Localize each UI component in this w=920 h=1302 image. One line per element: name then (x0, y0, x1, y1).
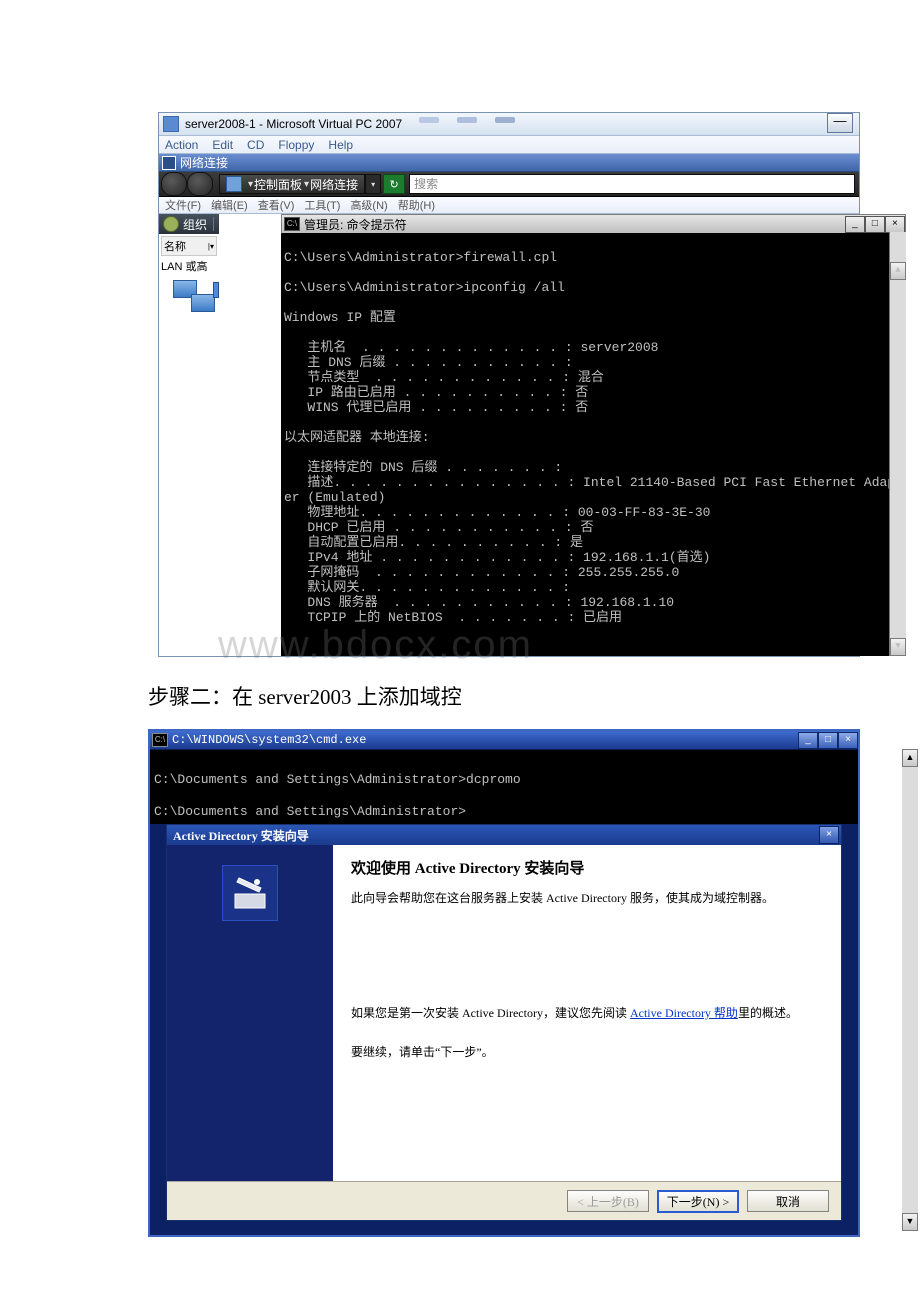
nav-forward-button[interactable] (187, 172, 213, 196)
explorer-navbar: ▾ 控制面板 ▾ 网络连接 ▾ ↻ 搜索 (159, 172, 859, 197)
nav-back-button[interactable] (161, 172, 187, 196)
explorer-title-text: 网络连接 (180, 154, 228, 171)
lan-category: LAN 或高 (161, 256, 217, 276)
help-menu[interactable]: 帮助(H) (398, 197, 435, 213)
crumb-dropdown[interactable]: ▾ (365, 174, 381, 194)
scroll-up-button[interactable]: ▲ (902, 749, 918, 767)
cmd2-output[interactable]: C:\Documents and Settings\Administrator>… (150, 750, 858, 824)
cmd-icon: C:\ (284, 217, 300, 231)
menu-help[interactable]: Help (328, 138, 353, 152)
cmd-title: 管理员: 命令提示符 (304, 216, 407, 233)
scroll-down-button[interactable]: ▼ (902, 1213, 918, 1231)
cmd2-close-button[interactable]: × (838, 732, 858, 749)
file-menu[interactable]: 文件(F) (165, 197, 201, 213)
view-menu[interactable]: 查看(V) (258, 197, 295, 213)
wizard-next-button[interactable]: 下一步(N) > (657, 1190, 739, 1213)
cmd-output[interactable]: C:\Users\Administrator>firewall.cpl C:\U… (281, 234, 906, 656)
cmd-scrollbar[interactable]: ▲ ▼ (889, 232, 906, 656)
crumb-control-panel[interactable]: 控制面板 (254, 176, 302, 193)
explorer-caption: 网络连接 (159, 154, 859, 172)
breadcrumb[interactable]: ▾ 控制面板 ▾ 网络连接 (219, 174, 365, 194)
explorer-left-pane: 组织 名称|▾ LAN 或高 (159, 214, 219, 656)
ad-wizard-dialog: Active Directory 安装向导 × 欢迎使用 Active Dire… (166, 824, 842, 1221)
wizard-content: 欢迎使用 Active Directory 安装向导 此向导会帮助您在这台服务器… (333, 845, 841, 1181)
menu-action[interactable]: Action (165, 138, 198, 152)
virtualpc-window: server2008-1 - Microsoft Virtual PC 2007… (158, 112, 860, 657)
control-panel-icon (226, 176, 242, 192)
vpc-title: server2008-1 - Microsoft Virtual PC 2007 (185, 117, 402, 131)
cmd-close-button[interactable]: × (885, 216, 905, 233)
tools-menu[interactable]: 工具(T) (304, 197, 340, 213)
cmd-minimize-button[interactable]: _ (845, 216, 865, 233)
cmd2-icon: C:\ (152, 733, 168, 747)
wizard-banner (167, 845, 333, 1181)
wizard-intro: 此向导会帮助您在这台服务器上安装 Active Directory 服务，使其成… (351, 891, 823, 906)
cmd2-maximize-button[interactable]: □ (818, 732, 838, 749)
cmd2-minimize-button[interactable]: _ (798, 732, 818, 749)
wizard-cancel-button[interactable]: 取消 (747, 1190, 829, 1212)
edit-menu[interactable]: 编辑(E) (211, 197, 248, 213)
cmd-titlebar[interactable]: C:\ 管理员: 命令提示符 _ □ × (281, 214, 906, 234)
wizard-heading: 欢迎使用 Active Directory 安装向导 (351, 859, 823, 879)
wizard-back-button: < 上一步(B) (567, 1190, 649, 1212)
refresh-button[interactable]: ↻ (383, 174, 405, 194)
cmd-maximize-button[interactable]: □ (865, 216, 885, 233)
connection-icon[interactable] (173, 280, 217, 318)
cmd2-title: C:\WINDOWS\system32\cmd.exe (172, 733, 366, 747)
menu-cd[interactable]: CD (247, 138, 264, 152)
cmd2-titlebar[interactable]: C:\ C:\WINDOWS\system32\cmd.exe _ □ × (150, 731, 858, 750)
wizard-title: Active Directory 安装向导 (173, 827, 309, 844)
vpc-titlebar[interactable]: server2008-1 - Microsoft Virtual PC 2007… (159, 113, 859, 136)
cmd2-scrollbar[interactable]: ▲ ▼ (902, 749, 918, 1231)
vpc-icon (163, 116, 179, 132)
wizard-continue: 要继续，请单击“下一步”。 (351, 1045, 823, 1060)
wizard-close-button[interactable]: × (819, 826, 839, 844)
ad-help-link[interactable]: Active Directory 帮助 (630, 1006, 738, 1020)
network-icon (162, 156, 176, 170)
wizard-footer: < 上一步(B) 下一步(N) > 取消 (167, 1181, 841, 1220)
wizard-titlebar[interactable]: Active Directory 安装向导 × (167, 825, 841, 845)
organize-label[interactable]: 组织 (183, 216, 207, 233)
scroll-up-button[interactable]: ▲ (890, 262, 906, 280)
cmd-window: C:\ 管理员: 命令提示符 _ □ × C:\Users\Administra… (281, 214, 906, 656)
vpc-minimize-button[interactable]: — (827, 113, 853, 133)
organize-icon (163, 216, 179, 232)
cmd2003-window: C:\ C:\WINDOWS\system32\cmd.exe _ □ × C:… (148, 729, 860, 1237)
explorer-menu: 文件(F) 编辑(E) 查看(V) 工具(T) 高级(N) 帮助(H) (159, 197, 859, 214)
vpc-menubar: Action Edit CD Floppy Help (159, 136, 859, 154)
menu-floppy[interactable]: Floppy (278, 138, 314, 152)
scroll-down-button[interactable]: ▼ (890, 638, 906, 656)
menu-edit[interactable]: Edit (212, 138, 233, 152)
step-caption: 步骤二：在 server2003 上添加域控 (148, 681, 920, 711)
ad-install-icon (222, 865, 278, 921)
name-column-header[interactable]: 名称|▾ (161, 236, 217, 256)
crumb-network[interactable]: 网络连接 (310, 176, 358, 193)
adv-menu[interactable]: 高级(N) (350, 197, 387, 213)
search-input[interactable]: 搜索 (409, 174, 855, 194)
wizard-first-time: 如果您是第一次安装 Active Directory，建议您先阅读 Active… (351, 1006, 823, 1021)
